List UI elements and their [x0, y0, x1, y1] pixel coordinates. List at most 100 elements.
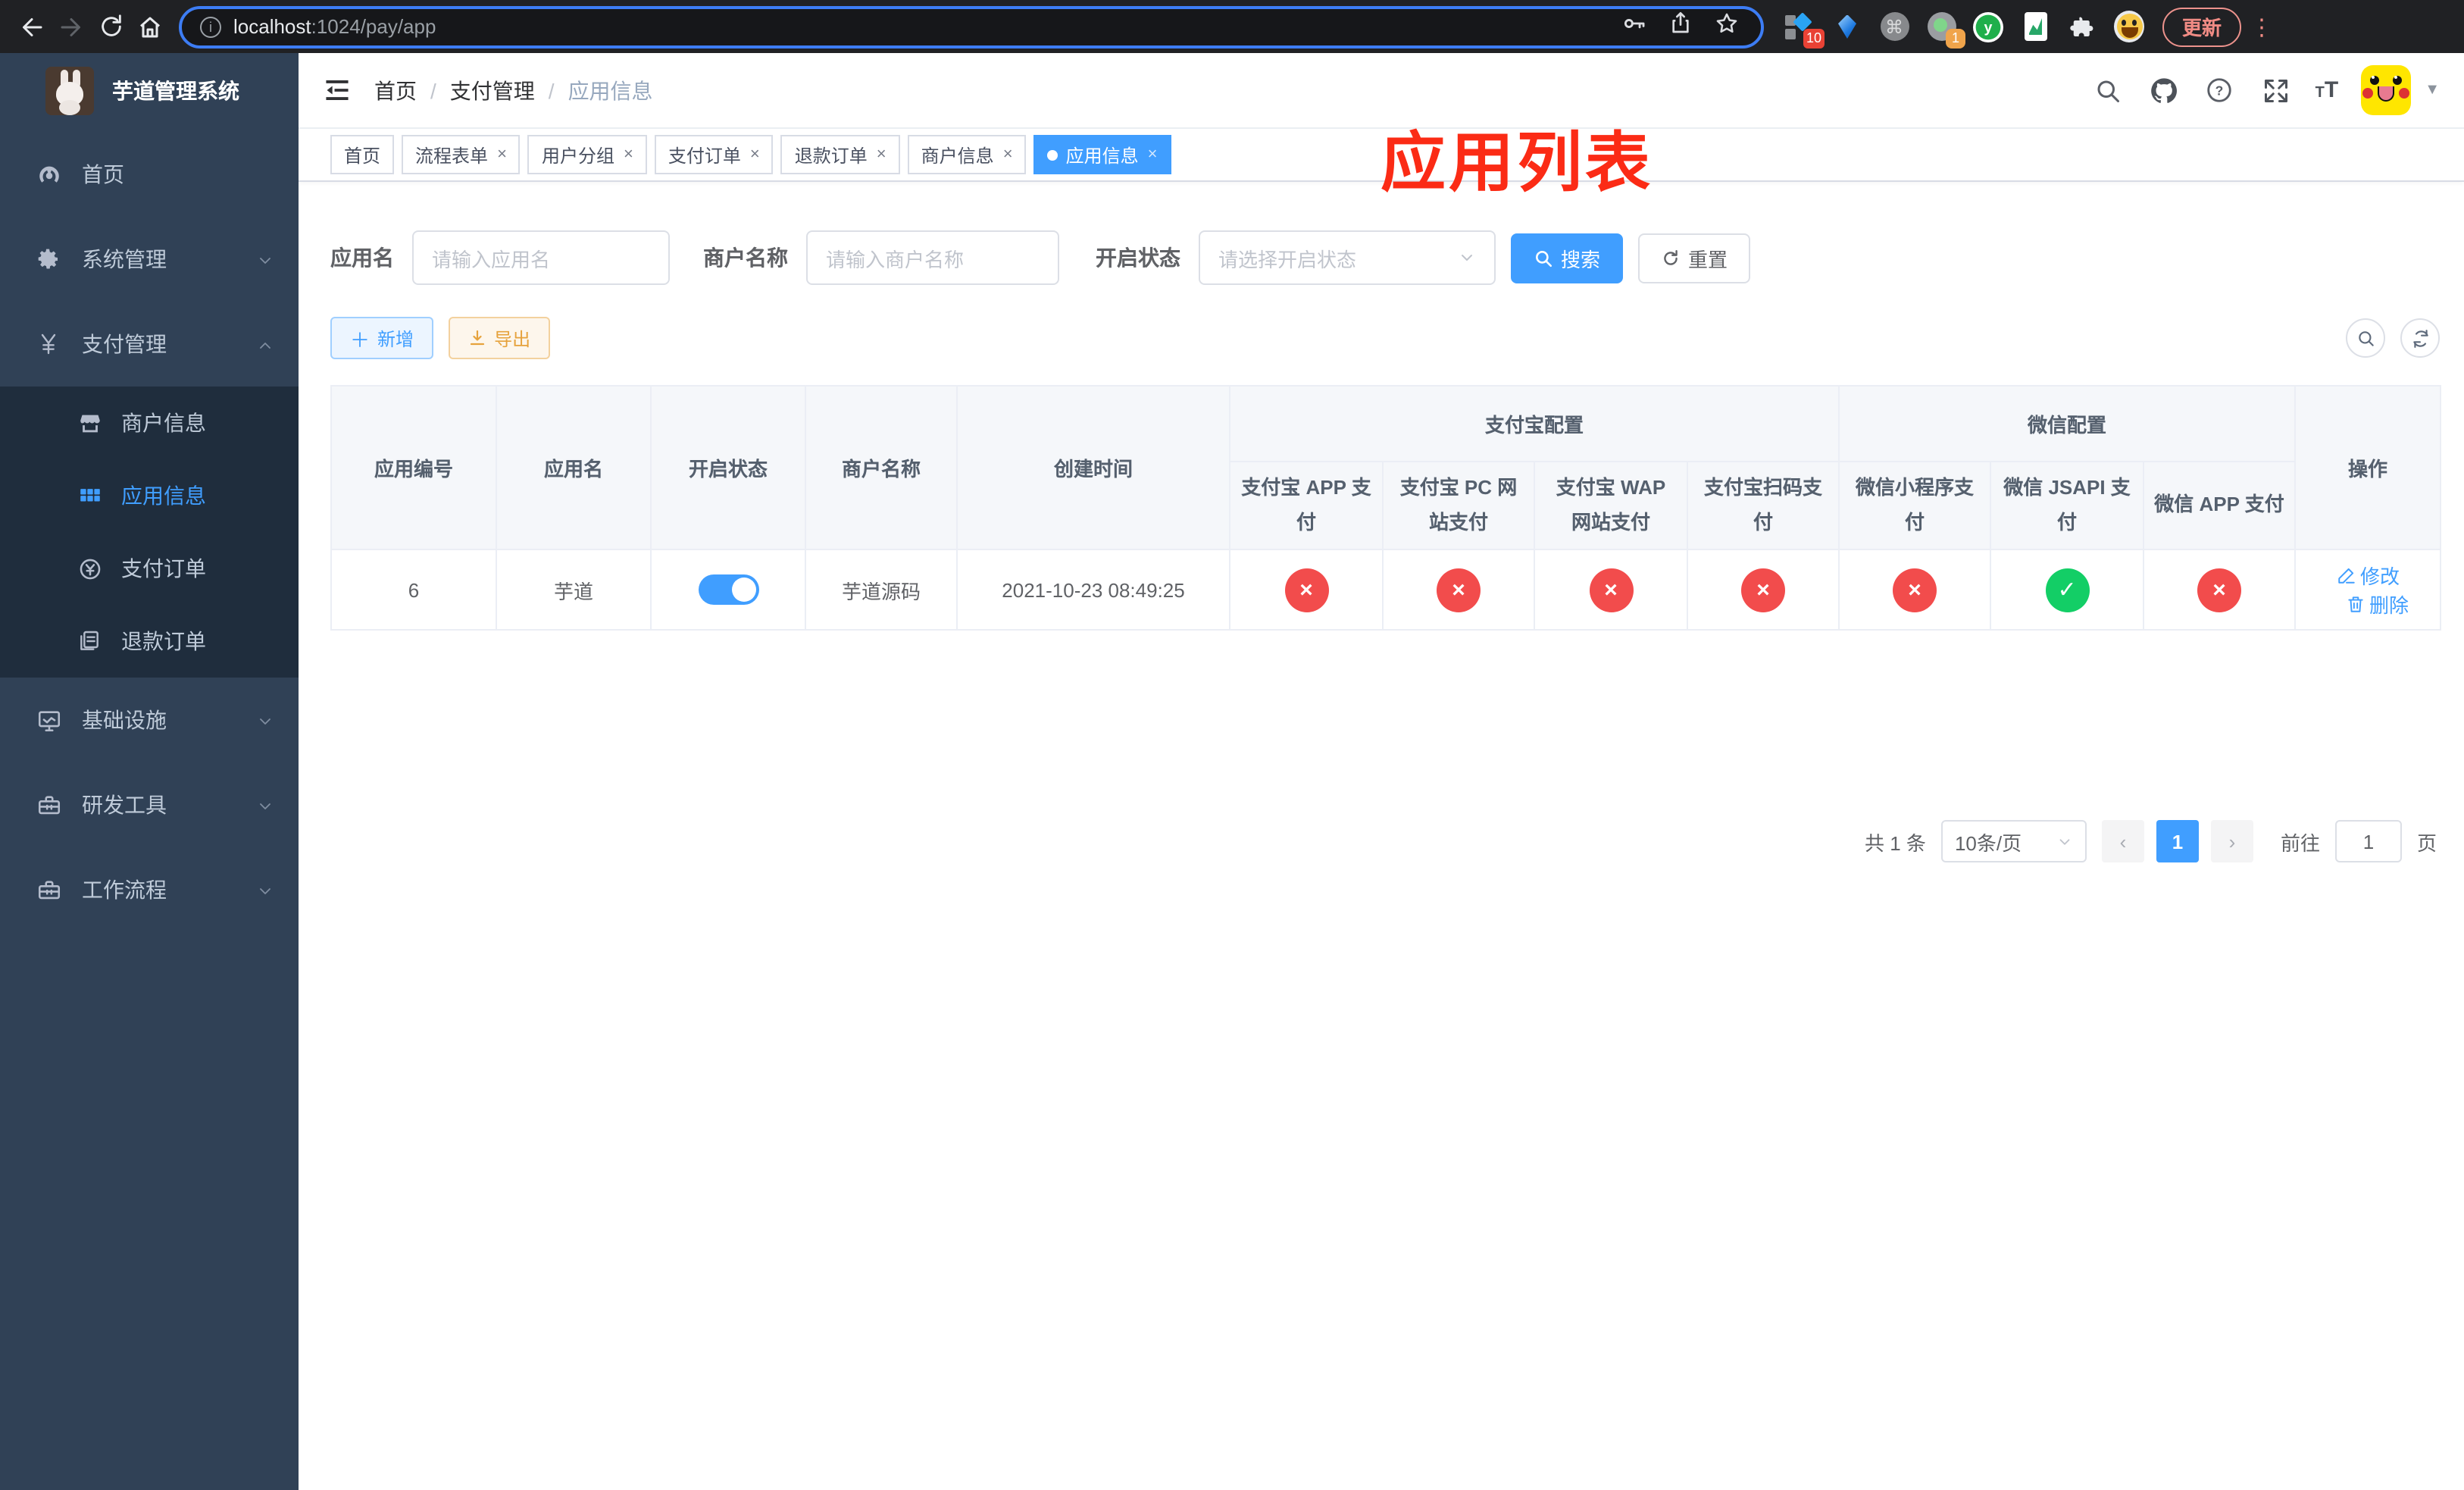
user-avatar[interactable] — [2361, 65, 2412, 115]
tab-label: 流程表单 — [415, 145, 489, 166]
gear-icon — [30, 241, 67, 277]
extension-kite-icon[interactable] — [1832, 11, 1862, 42]
page-annotation: 应用列表 — [1381, 127, 1653, 200]
site-info-icon[interactable]: i — [200, 16, 221, 37]
close-tab-icon[interactable]: × — [750, 146, 760, 164]
url-bar[interactable]: i localhost:1024/pay/app — [179, 5, 1764, 48]
screen: i localhost:1024/pay/app 10 ⌘ 1 y 更新 ⋮ 芋… — [0, 0, 2464, 1490]
merchant-name-input[interactable]: 请输入商户名称 — [806, 230, 1059, 285]
collapse-sidebar-icon[interactable] — [320, 74, 353, 107]
tab-user-group[interactable]: 用户分组 × — [527, 135, 647, 174]
reset-button[interactable]: 重置 — [1638, 233, 1751, 283]
page-content: 应用名 请输入应用名 商户名称 请输入商户名称 开启状态 请选择开启状态 搜索 — [299, 183, 2464, 1490]
tab-label: 首页 — [344, 145, 381, 166]
add-button[interactable]: ＋新增 — [330, 317, 434, 359]
home-icon[interactable] — [130, 7, 170, 46]
sidebar-item-merchant-info[interactable]: 商户信息 — [0, 387, 299, 459]
column-subheader: 微信 JSAPI 支付 — [1990, 461, 2145, 550]
close-tab-icon[interactable]: × — [1148, 146, 1158, 164]
tab-label: 应用信息 — [1065, 145, 1139, 166]
search-form: 应用名 请输入应用名 商户名称 请输入商户名称 开启状态 请选择开启状态 搜索 — [330, 230, 2440, 285]
search-button[interactable]: 搜索 — [1511, 233, 1624, 283]
total-count: 共 1 条 — [1865, 831, 1926, 854]
font-size-icon[interactable]: TT — [2315, 79, 2339, 102]
cell-config: × — [1229, 549, 1384, 631]
tab-pay-order[interactable]: 支付订单 × — [654, 135, 774, 174]
sidebar-item-pay-order[interactable]: 支付订单 — [0, 532, 299, 605]
reload-icon[interactable] — [91, 7, 130, 46]
tab-refund-order[interactable]: 退款订单 × — [780, 135, 900, 174]
sidebar-item-system[interactable]: 系统管理 — [0, 217, 299, 302]
next-page-button[interactable]: › — [2210, 820, 2253, 862]
app-table: 应用编号 应用名 开启状态 商户名称 创建时间 支付宝配置 微信配置 操作 支付宝 APP 支付… — [330, 385, 2442, 631]
tab-label: 商户信息 — [921, 145, 994, 166]
extension-apps-icon[interactable]: 10 — [1785, 11, 1825, 48]
close-tab-icon[interactable]: × — [497, 146, 507, 164]
help-icon[interactable]: ? — [2203, 74, 2237, 107]
edit-link[interactable]: 修改 — [2336, 561, 2400, 590]
tab-merchant-info[interactable]: 商户信息 × — [907, 135, 1027, 174]
tab-app-info[interactable]: 应用信息 × — [1033, 135, 1171, 174]
extension-badge: 1 — [1946, 28, 1965, 48]
sidebar-item-infra[interactable]: 基础设施 — [0, 678, 299, 762]
table-toolbar: ＋新增 导出 — [330, 315, 2440, 361]
sidebar-item-label: 应用信息 — [121, 484, 206, 508]
sidebar-item-refund-order[interactable]: 退款订单 — [0, 605, 299, 678]
dashboard-icon — [30, 156, 67, 193]
close-tab-icon[interactable]: × — [877, 146, 886, 164]
extensions-puzzle-icon[interactable] — [2067, 11, 2097, 42]
extension-command-icon[interactable]: ⌘ — [1879, 11, 1909, 42]
breadcrumb-pay[interactable]: 支付管理 — [450, 75, 535, 105]
profile-emoji-icon[interactable] — [2114, 11, 2144, 42]
page-size-select[interactable]: 10条/页 — [1940, 820, 2087, 862]
chevron-down-icon — [1462, 255, 1472, 261]
toggle-search-button[interactable] — [2346, 318, 2385, 358]
tab-label: 用户分组 — [541, 145, 614, 166]
status-toggle[interactable] — [698, 574, 758, 605]
avatar-caret-icon[interactable]: ▼ — [2425, 82, 2440, 99]
current-page[interactable]: 1 — [2156, 820, 2199, 862]
config-disabled-icon: × — [1893, 568, 1937, 612]
column-subheader: 支付宝扫码支付 — [1686, 461, 1840, 550]
monitor-icon — [30, 702, 67, 738]
sidebar-item-payment[interactable]: 支付管理 — [0, 302, 299, 387]
tab-flow-form[interactable]: 流程表单 × — [402, 135, 521, 174]
share-icon[interactable] — [1668, 11, 1693, 42]
password-key-icon[interactable] — [1621, 10, 1647, 43]
column-subheader: 支付宝 APP 支付 — [1229, 461, 1384, 550]
extension-doc-icon[interactable] — [2020, 11, 2050, 42]
forward-icon[interactable] — [52, 7, 91, 46]
chrome-update-button[interactable]: 更新 — [2162, 7, 2242, 46]
chrome-menu-icon[interactable]: ⋮ — [2250, 13, 2273, 40]
tab-home[interactable]: 首页 — [330, 135, 395, 174]
export-button[interactable]: 导出 — [449, 317, 551, 359]
refresh-table-button[interactable] — [2400, 318, 2440, 358]
github-icon[interactable] — [2147, 74, 2181, 107]
goto-page-input[interactable]: 1 — [2334, 820, 2402, 862]
status-select[interactable]: 请选择开启状态 — [1199, 230, 1496, 285]
app-name-input[interactable]: 请输入应用名 — [412, 230, 670, 285]
header-search-icon[interactable] — [2091, 74, 2125, 107]
bookmark-star-icon[interactable] — [1714, 10, 1740, 43]
sidebar-item-workflow[interactable]: 工作流程 — [0, 847, 299, 932]
sidebar-item-label: 首页 — [82, 162, 124, 186]
cell-created-at: 2021-10-23 08:49:25 — [956, 549, 1230, 631]
breadcrumb-home[interactable]: 首页 — [374, 75, 417, 105]
prev-page-button[interactable]: ‹ — [2101, 820, 2144, 862]
config-disabled-icon: × — [1284, 568, 1328, 612]
chevron-up-icon — [256, 337, 271, 352]
extension-y-icon[interactable] — [1973, 11, 2003, 42]
close-tab-icon[interactable]: × — [1003, 146, 1013, 164]
extension-proxy-icon[interactable]: 1 — [1926, 11, 1965, 48]
delete-link[interactable]: 删除 — [2345, 590, 2409, 618]
sidebar-item-devtools[interactable]: 研发工具 — [0, 762, 299, 847]
app-logo[interactable]: 芋道管理系统 — [0, 53, 299, 129]
app-name-label: 应用名 — [330, 246, 394, 270]
app-title: 芋道管理系统 — [112, 79, 239, 103]
chevron-down-icon — [256, 797, 271, 812]
close-tab-icon[interactable]: × — [624, 146, 633, 164]
sidebar-item-app-info[interactable]: 应用信息 — [0, 459, 299, 532]
back-icon[interactable] — [12, 7, 52, 46]
fullscreen-icon[interactable] — [2259, 74, 2293, 107]
sidebar-item-home[interactable]: 首页 — [0, 132, 299, 217]
